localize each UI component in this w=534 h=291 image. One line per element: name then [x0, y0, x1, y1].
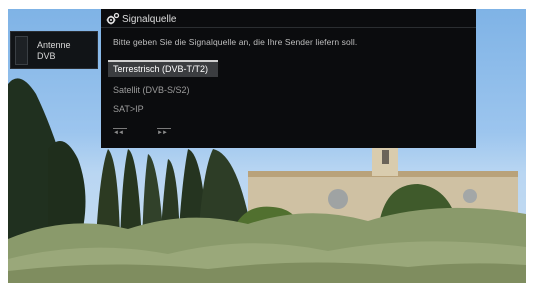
option-satip[interactable]: SAT>IP: [108, 101, 218, 118]
gear-icon: [106, 12, 120, 25]
fast-forward-icon: ►►: [157, 130, 168, 136]
source-tile-sub: DVB: [37, 51, 56, 61]
option-terrestrial[interactable]: Terrestrisch (DVB-T/T2): [108, 60, 218, 77]
prev-divider: [113, 128, 127, 129]
rewind-icon: ◄◄: [113, 130, 124, 136]
signal-source-tile[interactable]: Antenne DVB: [10, 31, 98, 69]
previous-page-button[interactable]: ◄◄: [113, 128, 127, 140]
option-satellite[interactable]: Satellit (DVB-S/S2): [108, 82, 218, 99]
source-tile-name: Antenne: [37, 40, 71, 50]
signal-source-dialog: Signalquelle Bitte geben Sie die Signalq…: [101, 9, 476, 148]
tv-video-background: Antenne DVB Signalquelle Bitte geben Sie…: [8, 9, 526, 283]
source-tile-handle: [15, 36, 28, 65]
screen: Antenne DVB Signalquelle Bitte geben Sie…: [0, 0, 534, 291]
next-page-button[interactable]: ►►: [157, 128, 171, 140]
dialog-divider: [101, 27, 476, 28]
next-divider: [157, 128, 171, 129]
dialog-title: Signalquelle: [122, 14, 177, 25]
dialog-prompt: Bitte geben Sie die Signalquelle an, die…: [113, 37, 358, 47]
